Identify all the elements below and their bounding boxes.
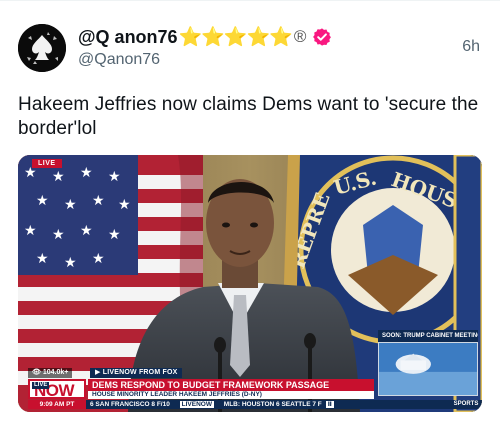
- svg-text:★: ★: [108, 169, 121, 185]
- svg-text:★: ★: [52, 227, 65, 243]
- svg-text:★: ★: [36, 251, 49, 267]
- svg-text:★: ★: [80, 223, 93, 239]
- avatar[interactable]: [18, 24, 66, 72]
- avatar-image: [18, 24, 66, 72]
- stars-emoji: ⭐⭐⭐⭐⭐: [178, 27, 293, 48]
- svg-text:★: ★: [36, 193, 49, 209]
- svg-text:★: ★: [108, 227, 121, 243]
- viewer-count: 👁 104.0k+: [28, 368, 73, 378]
- tweet-text: Hakeem Jeffries now claims Dems want to …: [18, 94, 479, 139]
- sports-label: SPORTS: [450, 400, 482, 409]
- live-tag: LIVE: [32, 159, 62, 168]
- top-divider: [0, 0, 500, 1]
- headline-banner: DEMS RESPOND TO BUDGET FRAMEWORK PASSAGE: [88, 379, 374, 391]
- svg-text:★: ★: [92, 251, 105, 267]
- pip-label: SOON: TRUMP CABINET MEETING: [378, 330, 478, 342]
- live-small-label: LIVE: [32, 382, 50, 389]
- svg-text:★: ★: [52, 169, 65, 185]
- svg-text:★: ★: [80, 165, 93, 181]
- svg-text:★: ★: [92, 193, 105, 209]
- svg-text:★: ★: [64, 197, 77, 213]
- svg-text:★: ★: [118, 197, 131, 213]
- lower-third: 👁 104.0k+ ▶ LIVENOW FROM FOX NOW LIVE DE…: [18, 365, 482, 412]
- timestamp[interactable]: 6h: [462, 38, 480, 56]
- ticker: 6 SAN FRANCISCO 8 F/10 LIVENOW MLB: HOUS…: [86, 400, 450, 409]
- ticker-item: 6 SAN FRANCISCO 8 F/10: [90, 401, 170, 408]
- author-name-row: @Q anon76 ⭐⭐⭐⭐⭐ ®: [78, 25, 332, 49]
- live-now-logo: NOW LIVE: [28, 379, 86, 399]
- registered-mark: ®: [293, 27, 307, 46]
- display-name[interactable]: @Q anon76: [78, 27, 178, 48]
- ticker-logo: LIVENOW: [179, 401, 214, 408]
- svg-text:★: ★: [24, 223, 37, 239]
- ticker-logo: Ⅱ: [325, 401, 334, 408]
- handle[interactable]: @Qanon76: [78, 51, 160, 69]
- svg-text:★: ★: [64, 255, 77, 271]
- ticker-item: MLB: HOUSTON 6 SEATTLE 7 F: [223, 401, 322, 408]
- verified-badge-icon[interactable]: [312, 27, 332, 47]
- broadcast-time: 9:09 AM PT: [28, 400, 86, 409]
- source-tag: ▶ LIVENOW FROM FOX: [90, 368, 183, 378]
- video-media[interactable]: ★★★★ ★★★★ ★★★★ ★★★ U.S. HOUSE REPRE OF: [18, 155, 482, 412]
- subheadline: HOUSE MINORITY LEADER HAKEEM JEFFRIES (D…: [88, 391, 374, 399]
